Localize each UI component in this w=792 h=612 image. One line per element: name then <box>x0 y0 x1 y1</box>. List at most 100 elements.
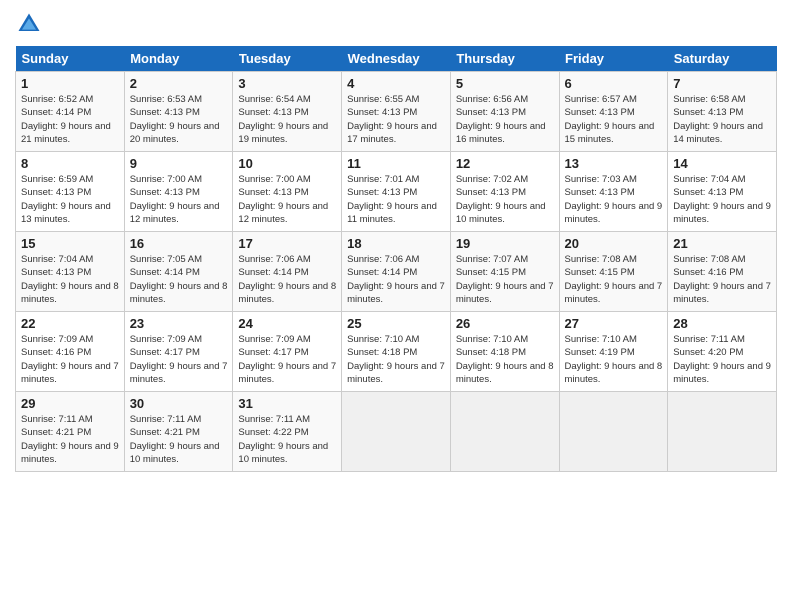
calendar-day-cell: 10 Sunrise: 7:00 AMSunset: 4:13 PMDayligh… <box>233 152 342 232</box>
day-number: 11 <box>347 156 445 171</box>
day-number: 30 <box>130 396 228 411</box>
calendar-day-cell: 9Sunrise: 7:00 AMSunset: 4:13 PMDaylight… <box>124 152 233 232</box>
calendar-day-cell: 6Sunrise: 6:57 AMSunset: 4:13 PMDaylight… <box>559 72 668 152</box>
calendar-day-cell: 28Sunrise: 7:11 AMSunset: 4:20 PMDayligh… <box>668 312 777 392</box>
day-detail: Sunrise: 7:11 AMSunset: 4:22 PMDaylight:… <box>238 413 336 466</box>
day-detail: Sunrise: 7:04 AMSunset: 4:13 PMDaylight:… <box>21 253 119 306</box>
calendar-day-cell: 1 Sunrise: 6:52 AMSunset: 4:14 PMDaylight… <box>16 72 125 152</box>
day-number: 26 <box>456 316 554 331</box>
day-number: 2 <box>130 76 228 91</box>
day-detail: Sunrise: 7:02 AMSunset: 4:13 PMDaylight:… <box>456 173 554 226</box>
logo <box>15 10 47 38</box>
day-detail: Sunrise: 7:09 AMSunset: 4:17 PMDaylight:… <box>130 333 228 386</box>
day-detail: Sunrise: 6:55 AMSunset: 4:13 PMDaylight:… <box>347 93 445 146</box>
day-of-week-header: Thursday <box>450 46 559 72</box>
calendar-day-cell: 17Sunrise: 7:06 AMSunset: 4:14 PMDayligh… <box>233 232 342 312</box>
day-number: 19 <box>456 236 554 251</box>
day-detail: Sunrise: 7:06 AMSunset: 4:14 PMDaylight:… <box>238 253 336 306</box>
day-detail: Sunrise: 7:08 AMSunset: 4:15 PMDaylight:… <box>565 253 663 306</box>
day-number: 3 <box>238 76 336 91</box>
calendar-day-cell: 4Sunrise: 6:55 AMSunset: 4:13 PMDaylight… <box>342 72 451 152</box>
calendar-day-cell: 26 Sunrise: 7:10 AMSunset: 4:18 PMDayligh… <box>450 312 559 392</box>
day-detail: Sunrise: 6:52 AMSunset: 4:14 PMDaylight:… <box>21 93 119 146</box>
day-detail: Sunrise: 7:03 AMSunset: 4:13 PMDaylight:… <box>565 173 663 226</box>
day-detail: Sunrise: 7:05 AMSunset: 4:14 PMDaylight:… <box>130 253 228 306</box>
day-of-week-header: Monday <box>124 46 233 72</box>
day-detail: Sunrise: 7:10 AMSunset: 4:18 PMDaylight:… <box>456 333 554 386</box>
calendar-day-cell: 19 Sunrise: 7:07 AMSunset: 4:15 PMDayligh… <box>450 232 559 312</box>
day-detail: Sunrise: 7:11 AMSunset: 4:21 PMDaylight:… <box>21 413 119 466</box>
calendar-day-cell: 29 Sunrise: 7:11 AMSunset: 4:21 PMDayligh… <box>16 392 125 472</box>
day-number: 13 <box>565 156 663 171</box>
calendar-day-cell <box>342 392 451 472</box>
day-detail: Sunrise: 7:11 AMSunset: 4:20 PMDaylight:… <box>673 333 771 386</box>
day-number: 16 <box>130 236 228 251</box>
day-number: 1 <box>21 76 119 91</box>
day-number: 12 <box>456 156 554 171</box>
calendar-day-cell: 31 Sunrise: 7:11 AMSunset: 4:22 PMDayligh… <box>233 392 342 472</box>
header <box>15 10 777 38</box>
calendar-day-cell: 30 Sunrise: 7:11 AMSunset: 4:21 PMDayligh… <box>124 392 233 472</box>
day-number: 29 <box>21 396 119 411</box>
day-number: 24 <box>238 316 336 331</box>
day-detail: Sunrise: 7:04 AMSunset: 4:13 PMDaylight:… <box>673 173 771 226</box>
calendar-day-cell: 15Sunrise: 7:04 AMSunset: 4:13 PMDayligh… <box>16 232 125 312</box>
calendar-day-cell: 21 Sunrise: 7:08 AMSunset: 4:16 PMDayligh… <box>668 232 777 312</box>
calendar-week-row: 22Sunrise: 7:09 AMSunset: 4:16 PMDayligh… <box>16 312 777 392</box>
calendar-day-cell: 5 Sunrise: 6:56 AMSunset: 4:13 PMDaylight… <box>450 72 559 152</box>
calendar-day-cell <box>668 392 777 472</box>
day-number: 25 <box>347 316 445 331</box>
day-detail: Sunrise: 6:54 AMSunset: 4:13 PMDaylight:… <box>238 93 336 146</box>
calendar-day-cell: 27 Sunrise: 7:10 AMSunset: 4:19 PMDayligh… <box>559 312 668 392</box>
day-number: 7 <box>673 76 771 91</box>
day-number: 5 <box>456 76 554 91</box>
day-number: 21 <box>673 236 771 251</box>
day-detail: Sunrise: 7:08 AMSunset: 4:16 PMDaylight:… <box>673 253 771 306</box>
day-detail: Sunrise: 7:01 AMSunset: 4:13 PMDaylight:… <box>347 173 445 226</box>
day-number: 23 <box>130 316 228 331</box>
day-detail: Sunrise: 6:53 AMSunset: 4:13 PMDaylight:… <box>130 93 228 146</box>
day-of-week-header: Saturday <box>668 46 777 72</box>
calendar-day-cell: 25 Sunrise: 7:10 AMSunset: 4:18 PMDayligh… <box>342 312 451 392</box>
day-number: 10 <box>238 156 336 171</box>
day-of-week-header: Wednesday <box>342 46 451 72</box>
day-detail: Sunrise: 7:10 AMSunset: 4:18 PMDaylight:… <box>347 333 445 386</box>
day-detail: Sunrise: 7:10 AMSunset: 4:19 PMDaylight:… <box>565 333 663 386</box>
calendar-week-row: 15Sunrise: 7:04 AMSunset: 4:13 PMDayligh… <box>16 232 777 312</box>
calendar-day-cell: 12 Sunrise: 7:02 AMSunset: 4:13 PMDayligh… <box>450 152 559 232</box>
day-number: 20 <box>565 236 663 251</box>
calendar-day-cell: 18Sunrise: 7:06 AMSunset: 4:14 PMDayligh… <box>342 232 451 312</box>
day-number: 8 <box>21 156 119 171</box>
day-of-week-header: Friday <box>559 46 668 72</box>
calendar-header-row: SundayMondayTuesdayWednesdayThursdayFrid… <box>16 46 777 72</box>
day-detail: Sunrise: 6:56 AMSunset: 4:13 PMDaylight:… <box>456 93 554 146</box>
calendar-day-cell: 2 Sunrise: 6:53 AMSunset: 4:13 PMDaylight… <box>124 72 233 152</box>
calendar-table: SundayMondayTuesdayWednesdayThursdayFrid… <box>15 46 777 472</box>
day-detail: Sunrise: 7:11 AMSunset: 4:21 PMDaylight:… <box>130 413 228 466</box>
day-detail: Sunrise: 7:09 AMSunset: 4:17 PMDaylight:… <box>238 333 336 386</box>
calendar-day-cell: 8Sunrise: 6:59 AMSunset: 4:13 PMDaylight… <box>16 152 125 232</box>
day-number: 22 <box>21 316 119 331</box>
calendar-week-row: 29 Sunrise: 7:11 AMSunset: 4:21 PMDayligh… <box>16 392 777 472</box>
calendar-day-cell: 24 Sunrise: 7:09 AMSunset: 4:17 PMDayligh… <box>233 312 342 392</box>
day-number: 27 <box>565 316 663 331</box>
calendar-day-cell: 7 Sunrise: 6:58 AMSunset: 4:13 PMDaylight… <box>668 72 777 152</box>
logo-icon <box>15 10 43 38</box>
calendar-day-cell <box>559 392 668 472</box>
day-detail: Sunrise: 6:58 AMSunset: 4:13 PMDaylight:… <box>673 93 771 146</box>
calendar-day-cell: 20 Sunrise: 7:08 AMSunset: 4:15 PMDayligh… <box>559 232 668 312</box>
calendar-day-cell: 16 Sunrise: 7:05 AMSunset: 4:14 PMDayligh… <box>124 232 233 312</box>
day-detail: Sunrise: 7:07 AMSunset: 4:15 PMDaylight:… <box>456 253 554 306</box>
calendar-day-cell: 14Sunrise: 7:04 AMSunset: 4:13 PMDayligh… <box>668 152 777 232</box>
calendar-day-cell: 13 Sunrise: 7:03 AMSunset: 4:13 PMDayligh… <box>559 152 668 232</box>
calendar-day-cell: 23 Sunrise: 7:09 AMSunset: 4:17 PMDayligh… <box>124 312 233 392</box>
day-number: 18 <box>347 236 445 251</box>
calendar-day-cell: 22Sunrise: 7:09 AMSunset: 4:16 PMDayligh… <box>16 312 125 392</box>
page-container: SundayMondayTuesdayWednesdayThursdayFrid… <box>0 0 792 477</box>
calendar-week-row: 8Sunrise: 6:59 AMSunset: 4:13 PMDaylight… <box>16 152 777 232</box>
day-of-week-header: Tuesday <box>233 46 342 72</box>
day-detail: Sunrise: 7:00 AMSunset: 4:13 PMDaylight:… <box>238 173 336 226</box>
day-of-week-header: Sunday <box>16 46 125 72</box>
calendar-body: 1 Sunrise: 6:52 AMSunset: 4:14 PMDaylight… <box>16 72 777 472</box>
day-number: 31 <box>238 396 336 411</box>
